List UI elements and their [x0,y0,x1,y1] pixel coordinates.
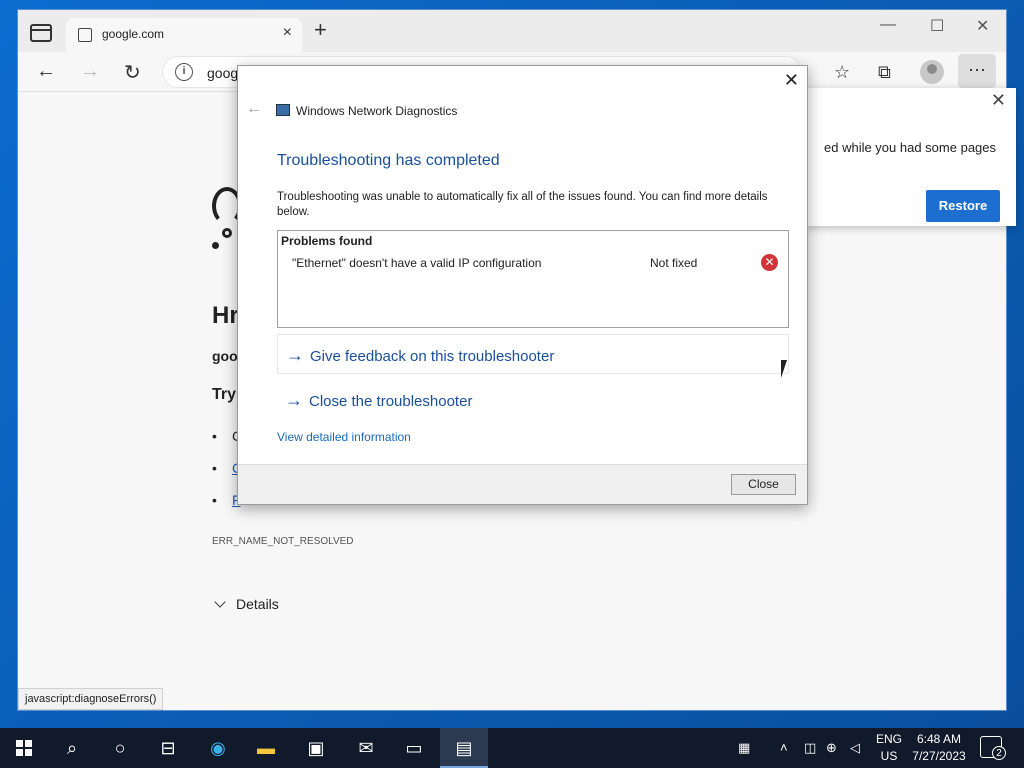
volume-icon[interactable]: ◁ [850,728,860,768]
tab-title: google.com [102,27,165,41]
favorites-icon[interactable]: ☆ [834,62,850,83]
notification-badge: 2 [992,746,1006,760]
dialog-app-title: Windows Network Diagnostics [296,104,458,118]
dialog-close-icon[interactable]: ✕ [784,70,799,91]
clock-time: 6:48 AM [916,732,962,746]
tab-strip: google.com × + — ☐ ✕ [18,10,1006,52]
start-button[interactable] [0,728,48,768]
give-feedback-label: Give feedback on this troubleshooter [310,348,555,365]
file-explorer-icon[interactable]: ▬ [242,728,290,768]
close-button[interactable]: Close [731,474,796,495]
error-domain: goo [212,348,238,364]
error-illustration-dot [212,242,219,249]
error-heading: Hr [212,302,239,329]
back-arrow-icon[interactable]: ← [246,100,262,118]
tab-close-icon[interactable]: × [283,24,292,42]
bullet: • [212,428,217,444]
restore-pages-popup: ✕ ed while you had some pages Restore [806,88,1016,226]
problem-status: Not fixed [650,256,698,270]
network-diagnostics-dialog: ✕ ← Windows Network Diagnostics Troubles… [237,65,808,505]
meet-now-icon[interactable]: ◫ [804,728,816,768]
give-feedback-link[interactable]: → Give feedback on this troubleshooter [277,334,789,374]
chevron-up-icon[interactable]: ˄ [780,728,788,768]
close-troubleshooter-link[interactable]: → Close the troubleshooter [277,380,789,420]
region-code: US [880,749,898,763]
network-diagnostics-icon [276,104,290,116]
more-options-button[interactable]: ··· [958,54,996,88]
status-url: javascript:diagnoseErrors() [18,688,164,710]
terminal-icon[interactable]: ▭ [390,728,438,768]
language-indicator[interactable]: ENG US [874,731,904,765]
problem-name: "Ethernet" doesn't have a valid IP confi… [292,256,542,270]
clock[interactable]: 6:48 AM 7/27/2023 [908,731,970,765]
store-icon[interactable]: ▣ [292,728,340,768]
details-toggle[interactable]: Details [214,596,279,612]
arrow-right-icon: → [285,390,303,410]
page-favicon-icon [78,28,92,42]
back-icon[interactable]: ← [36,60,56,83]
refresh-icon[interactable]: ↻ [124,60,141,85]
view-detailed-info-link[interactable]: View detailed information [277,430,411,444]
cortana-icon[interactable]: ○ [96,728,144,768]
tab-google[interactable]: google.com × [66,18,302,52]
problems-found-list: Problems found "Ethernet" doesn't have a… [277,230,789,328]
close-troubleshooter-label: Close the troubleshooter [309,393,473,410]
maximize-button[interactable]: ☐ [930,16,944,36]
problems-header: Problems found [281,234,373,248]
details-label: Details [236,596,279,612]
clock-date: 7/27/2023 [912,749,966,763]
windows-logo-icon [16,740,32,756]
mail-icon[interactable]: ✉ [342,728,390,768]
error-code: ERR_NAME_NOT_RESOLVED [212,536,354,547]
dialog-footer: Close [238,464,807,504]
arrow-right-icon: → [286,345,304,365]
network-icon[interactable]: ⊕ [826,728,837,768]
tab-actions-icon[interactable] [30,24,52,42]
search-icon[interactable]: ⌕ [48,728,96,768]
network-diagnostics-taskbar-icon[interactable]: ▤ [440,728,488,768]
close-icon[interactable]: ✕ [991,90,1006,111]
dialog-description: Troubleshooting was unable to automatica… [277,191,768,218]
chevron-down-icon [214,596,226,608]
collections-icon[interactable]: ⧉ [878,62,891,83]
profile-avatar[interactable] [920,60,944,84]
restore-button[interactable]: Restore [926,190,1000,222]
bullet: • [212,460,217,476]
edge-icon[interactable]: ◉ [194,728,242,768]
error-icon: ✕ [761,254,778,271]
close-window-button[interactable]: ✕ [976,16,989,36]
restore-message: ed while you had some pages [824,140,997,155]
forward-icon[interactable]: → [80,60,100,83]
site-info-icon[interactable]: i [175,63,193,81]
bullet: • [212,492,217,508]
task-view-icon[interactable]: ⊟ [144,728,192,768]
address-text: goog [207,65,239,81]
dialog-heading: Troubleshooting has completed [277,152,500,169]
new-tab-button[interactable]: + [314,19,327,41]
taskbar: ⌕ ○ ⊟ ◉ ▬ ▣ ✉ ▭ ▤ ▦ ˄ ◫ ⊕ ◁ ENG US 6:48 … [0,728,1024,768]
minimize-button[interactable]: — [880,16,896,34]
language-code: ENG [875,732,902,746]
news-icon[interactable]: ▦ [738,728,750,768]
error-illustration-dot [222,228,232,238]
mouse-cursor [781,360,793,378]
